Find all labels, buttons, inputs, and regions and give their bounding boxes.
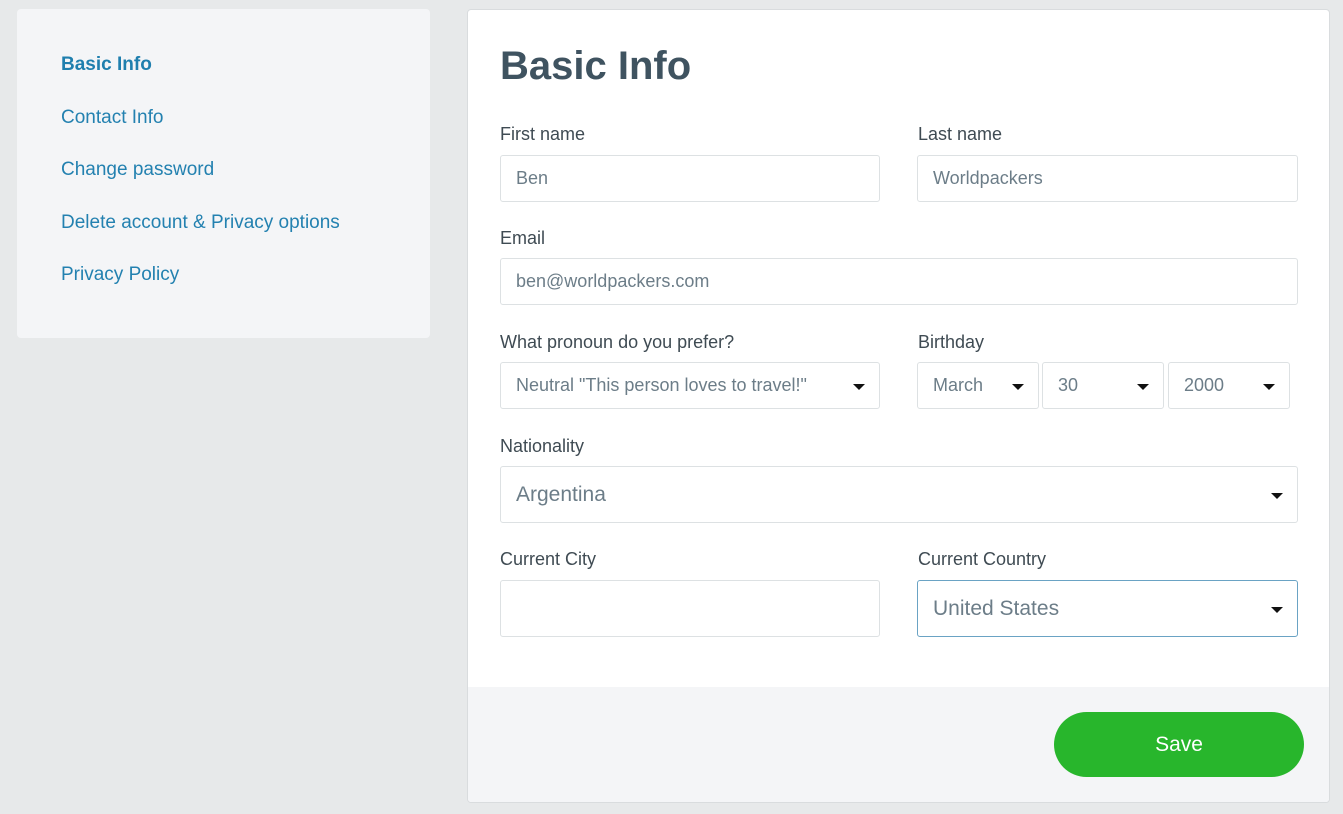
pronoun-value: Neutral "This person loves to travel!" xyxy=(516,375,807,395)
current-country-value: United States xyxy=(933,596,1060,620)
birthday-year-value: 2000 xyxy=(1184,375,1225,395)
sidebar-item-privacy-policy[interactable]: Privacy Policy xyxy=(61,261,430,314)
last-name-value: Worldpackers xyxy=(933,168,1043,188)
birthday-year-select[interactable]: 2000 xyxy=(1168,362,1290,409)
birthday-day-value: 30 xyxy=(1058,375,1079,395)
email-value: ben@worldpackers.com xyxy=(516,271,710,291)
email-field[interactable]: ben@worldpackers.com xyxy=(500,258,1298,305)
sidebar-item-delete-account[interactable]: Delete account & Privacy options xyxy=(61,209,430,262)
caret-down-icon xyxy=(1263,383,1275,390)
birthday-day-select[interactable]: 30 xyxy=(1042,362,1164,409)
caret-down-icon xyxy=(1271,606,1283,613)
nationality-value: Argentina xyxy=(516,482,606,506)
basic-info-card: Basic Info First name Ben Last name Worl… xyxy=(467,9,1330,803)
last-name-input[interactable]: Worldpackers xyxy=(917,155,1298,202)
first-name-input[interactable]: Ben xyxy=(500,155,880,202)
card-footer: Save xyxy=(468,687,1329,802)
page-title: Basic Info xyxy=(500,44,692,88)
pronoun-select[interactable]: Neutral "This person loves to travel!" xyxy=(500,362,880,409)
sidebar-item-basic-info[interactable]: Basic Info xyxy=(61,51,430,104)
caret-down-icon xyxy=(853,383,865,390)
nationality-select[interactable]: Argentina xyxy=(500,466,1298,523)
current-city-input[interactable] xyxy=(500,580,880,637)
sidebar-item-contact-info[interactable]: Contact Info xyxy=(61,104,430,157)
caret-down-icon xyxy=(1012,383,1024,390)
settings-sidebar: Basic Info Contact Info Change password … xyxy=(17,9,430,338)
birthday-month-value: March xyxy=(933,375,984,395)
birthday-month-select[interactable]: March xyxy=(917,362,1039,409)
current-country-select[interactable]: United States xyxy=(917,580,1298,637)
nationality-label: Nationality xyxy=(500,436,585,456)
email-label: Email xyxy=(500,228,546,248)
pronoun-label: What pronoun do you prefer? xyxy=(500,332,735,352)
sidebar-item-change-password[interactable]: Change password xyxy=(61,156,430,209)
first-name-value: Ben xyxy=(516,168,549,188)
birthday-label: Birthday xyxy=(918,332,985,352)
caret-down-icon xyxy=(1137,383,1149,390)
current-city-label: Current City xyxy=(500,549,597,569)
first-name-label: First name xyxy=(500,124,586,144)
current-country-label: Current Country xyxy=(918,549,1047,569)
save-button[interactable]: Save xyxy=(1054,712,1304,777)
caret-down-icon xyxy=(1271,492,1283,499)
last-name-label: Last name xyxy=(918,124,1003,144)
